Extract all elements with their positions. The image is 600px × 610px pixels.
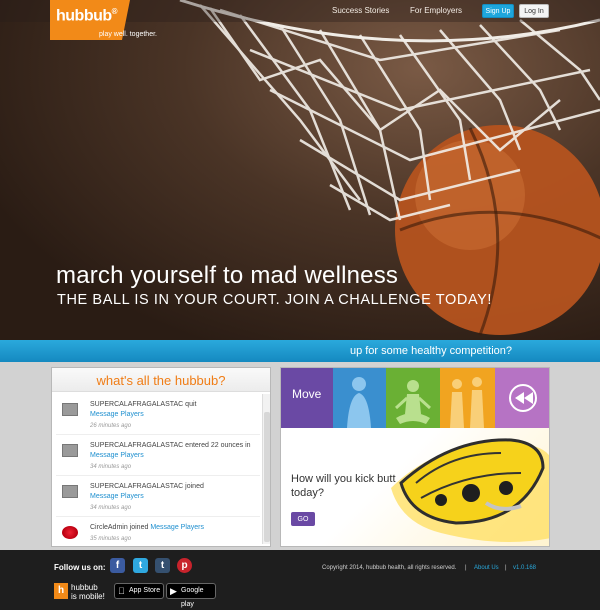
feed-item: SUPERCALAFRAGALASTAC quit Message Player… — [56, 394, 260, 435]
feed-title: what's all the hubbub? — [52, 368, 270, 392]
google-play-badge[interactable]: ▶ Google play — [166, 583, 216, 608]
rewind-icon[interactable] — [509, 384, 537, 412]
message-players-link[interactable]: Message Players — [150, 524, 204, 531]
feed-scroll-thumb[interactable] — [264, 412, 270, 542]
move-tile[interactable]: Move — [281, 368, 333, 428]
feed-item-text: SUPERCALAFRAGALASTAC quit — [90, 401, 197, 408]
pinterest-icon[interactable]: p — [177, 558, 192, 573]
feed-item-text: SUPERCALAFRAGALASTAC joined — [90, 483, 204, 490]
follow-us-label: Follow us on: — [54, 563, 106, 572]
mobile-text: hubbub is mobile! — [71, 583, 105, 601]
message-players-link[interactable]: Message Players — [90, 493, 144, 500]
hero-subheadline: THE BALL IS IN YOUR COURT. JOIN A CHALLE… — [57, 292, 493, 308]
shoe-icon — [62, 403, 78, 416]
feed-item-text: CircleAdmin joined — [90, 524, 149, 531]
team-tile[interactable] — [440, 368, 495, 428]
apple-icon:  — [118, 586, 125, 596]
feed-item-text: SUPERCALAFRAGALASTAC entered 22 ounces i… — [90, 442, 251, 449]
feed-item-time: 34 minutes ago — [90, 464, 132, 470]
strip-text: up for some healthy competition? — [349, 345, 512, 357]
red-avatar-icon — [62, 526, 78, 539]
drink-tile[interactable] — [333, 368, 386, 428]
meditate-tile[interactable] — [386, 368, 440, 428]
message-players-link[interactable]: Message Players — [90, 411, 144, 418]
sign-up-button[interactable]: Sign Up — [482, 4, 514, 18]
feed-scrollbar[interactable] — [262, 394, 270, 544]
hero-banner: march yourself to mad wellness THE BALL … — [0, 0, 600, 340]
footer-separator: | — [505, 565, 507, 571]
promo-body: How will you kick butt today? GO — [281, 428, 549, 546]
tumblr-icon[interactable]: t — [155, 558, 170, 573]
challenge-promo-panel: Move How will you kick butt today? GO — [280, 367, 550, 547]
shoe-icon — [62, 444, 78, 457]
move-tile-label: Move — [292, 387, 322, 401]
message-players-link[interactable]: Message Players — [90, 452, 144, 459]
woman-drinking-icon — [347, 377, 371, 428]
log-in-button[interactable]: Log In — [519, 4, 549, 18]
hubbub-mobile-logo-icon: h — [54, 583, 68, 599]
feed-item: CircleAdmin joined Message Players 35 mi… — [56, 517, 260, 544]
feed-item-time: 26 minutes ago — [90, 423, 132, 429]
shoe-icon — [62, 485, 78, 498]
promo-question: How will you kick butt today? — [291, 473, 396, 499]
activity-feed-panel: what's all the hubbub? SUPERCALAFRAGALAS… — [51, 367, 271, 547]
copyright-text: Copyright 2014, hubbub health, all right… — [322, 565, 457, 571]
brand-tagline: play well. together. — [99, 31, 157, 38]
nav-success-stories-link[interactable]: Success Stories — [332, 6, 389, 15]
hero-headline: march yourself to mad wellness — [56, 262, 399, 289]
go-button[interactable]: GO — [291, 512, 315, 526]
team-icon — [450, 377, 484, 428]
twitter-icon[interactable]: t — [133, 558, 148, 573]
play-icon: ▶ — [170, 586, 177, 596]
logo-text: hubbub® — [56, 7, 118, 25]
activity-tiles: Move — [281, 368, 549, 428]
version-text: v1.0.168 — [513, 565, 537, 571]
footer: Follow us on: f t t p h hubbub is mobile… — [0, 550, 600, 610]
feed-item: SUPERCALAFRAGALASTAC joined Message Play… — [56, 476, 260, 517]
app-store-badge[interactable]:  App Store — [114, 583, 164, 599]
rewind-tile[interactable] — [495, 368, 549, 428]
feed-item-time: 34 minutes ago — [90, 505, 132, 511]
feed-item-time: 35 minutes ago — [90, 536, 132, 542]
meditation-icon — [394, 380, 432, 424]
competition-strip: up for some healthy competition? — [0, 340, 600, 362]
feed-item: SUPERCALAFRAGALASTAC entered 22 ounces i… — [56, 435, 260, 476]
feed-list: SUPERCALAFRAGALASTAC quit Message Player… — [56, 394, 260, 544]
nav-for-employers-link[interactable]: For Employers — [410, 6, 462, 15]
footer-separator: | — [465, 565, 467, 571]
about-us-link[interactable]: About Us — [474, 565, 499, 571]
facebook-icon[interactable]: f — [110, 558, 125, 573]
